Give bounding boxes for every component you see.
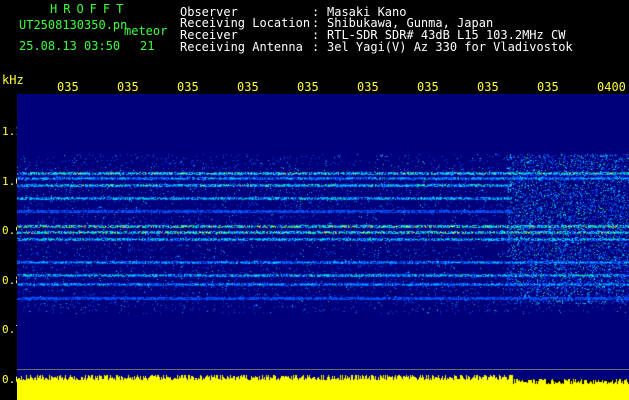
spectrogram-plot	[17, 94, 629, 380]
time-tick: 035	[297, 80, 319, 94]
power-level-bar	[17, 372, 629, 400]
frame-number: 21	[140, 39, 155, 53]
power-baseline	[17, 369, 629, 370]
time-tick: 035	[537, 80, 559, 94]
app-brand: HROFFT	[50, 2, 130, 16]
antenna-value: 3el Yagi(V) Az 330 for Vladivostok	[327, 40, 573, 54]
time-tick: 035	[117, 80, 139, 94]
file-name: UT2508130350.pn	[19, 18, 128, 32]
time-tick: 035	[177, 80, 199, 94]
file-date-time: 25.08.13 03:50	[19, 39, 121, 53]
antenna-separator: :	[312, 40, 320, 54]
time-tick: 035	[57, 80, 79, 94]
time-tick: 0400	[597, 80, 626, 94]
antenna-label: Receiving Antenna	[180, 40, 303, 54]
time-tick: 035	[477, 80, 499, 94]
time-tick: 035	[237, 80, 259, 94]
file-type: meteor	[124, 24, 168, 38]
frequency-unit-label: kHz	[2, 73, 24, 87]
time-tick: 035	[417, 80, 439, 94]
time-tick: 035	[357, 80, 379, 94]
